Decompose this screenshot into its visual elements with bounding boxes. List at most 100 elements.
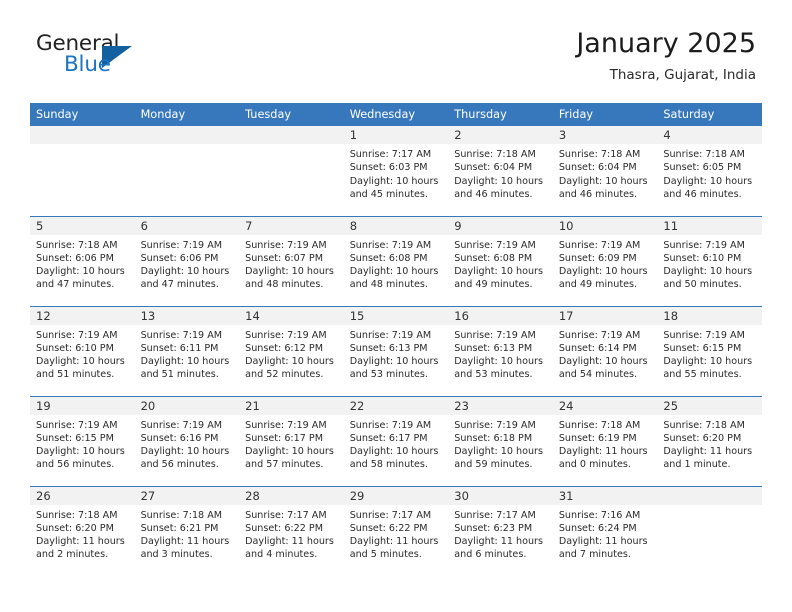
calendar-day-cell-empty [239,126,344,216]
calendar-day-cell[interactable]: 21 Sunrise: 7:19 AM Sunset: 6:17 PM Dayligh… [239,395,344,486]
sunset-time: Sunset: 6:10 PM [36,342,114,354]
sunset-time: Sunset: 6:14 PM [558,342,637,354]
calendar-day-cell[interactable]: 22 Sunrise: 7:19 AM Sunset: 6:17 PM Dayligh… [343,395,449,486]
day-cell-inner: 21 Sunrise: 7:19 AM Sunset: 6:17 PM Dayligh… [239,396,344,486]
day-number: 5 [30,216,135,235]
calendar-week-row: 5 Sunrise: 7:18 AM Sunset: 6:06 PM Daylight… [30,215,762,306]
calendar-day-cell[interactable]: 14 Sunrise: 7:19 AM Sunset: 6:12 PM Dayligh… [239,305,344,396]
calendar-day-cell[interactable]: 28 Sunrise: 7:17 AM Sunset: 6:22 PM Dayligh… [239,485,344,576]
day-cell-inner: 16 Sunrise: 7:19 AM Sunset: 6:13 PM Dayligh… [448,306,553,396]
day-cell-inner: 14 Sunrise: 7:19 AM Sunset: 6:12 PM Dayligh… [239,306,344,396]
day-number: 12 [30,306,135,325]
calendar-day-cell[interactable]: 24 Sunrise: 7:18 AM Sunset: 6:19 PM Dayligh… [552,395,658,486]
day-number: 14 [239,306,344,325]
calendar-day-cell[interactable]: 9 Sunrise: 7:19 AM Sunset: 6:08 PM Daylight… [448,215,553,306]
brand-logo[interactable]: General Blue [36,33,166,85]
day-number: 28 [239,486,344,505]
sunset-time: Sunset: 6:13 PM [454,342,533,354]
day-cell-inner: 4 Sunrise: 7:18 AM Sunset: 6:05 PM Daylight… [657,126,762,216]
weekday-header-tuesday: Tuesday [239,103,344,126]
day-details: Sunrise: 7:19 AM Sunset: 6:16 PM Daylight:… [135,415,240,472]
calendar-day-cell[interactable]: 19 Sunrise: 7:19 AM Sunset: 6:15 PM Dayligh… [30,395,135,486]
calendar-day-cell-empty [657,485,762,577]
sunrise-time: Sunrise: 7:19 AM [245,239,327,251]
day-details: Sunrise: 7:18 AM Sunset: 6:21 PM Daylight:… [135,505,240,562]
daylight-duration-line2: and 3 minutes. [140,549,213,561]
day-cell-inner [30,126,135,216]
weekday-header-friday: Friday [552,103,658,126]
calendar-day-cell[interactable]: 2 Sunrise: 7:18 AM Sunset: 6:04 PM Daylight… [448,126,553,216]
sunrise-time: Sunrise: 7:19 AM [245,329,327,341]
daylight-duration-line1: Daylight: 10 hours [36,266,125,278]
day-number: 21 [239,396,344,415]
sunset-time: Sunset: 6:06 PM [36,252,114,264]
day-number: 16 [448,306,553,325]
sunset-time: Sunset: 6:09 PM [558,252,637,264]
calendar-day-cell[interactable]: 13 Sunrise: 7:19 AM Sunset: 6:11 PM Dayligh… [134,305,240,396]
calendar-day-cell[interactable]: 8 Sunrise: 7:19 AM Sunset: 6:08 PM Daylight… [343,215,449,306]
day-details: Sunrise: 7:16 AM Sunset: 6:24 PM Daylight:… [553,505,658,562]
sunset-time: Sunset: 6:15 PM [663,342,742,354]
calendar-day-cell[interactable]: 26 Sunrise: 7:18 AM Sunset: 6:20 PM Dayligh… [30,485,135,576]
daylight-duration-line2: and 47 minutes. [140,279,219,291]
calendar-day-cell[interactable]: 29 Sunrise: 7:17 AM Sunset: 6:22 PM Dayligh… [343,485,449,576]
day-cell-inner: 15 Sunrise: 7:19 AM Sunset: 6:13 PM Dayligh… [343,306,449,396]
daylight-duration-line1: Daylight: 10 hours [245,266,334,278]
page-title: January 2025 [576,28,756,59]
day-number: 15 [343,306,449,325]
calendar-week-row: 1 Sunrise: 7:17 AM Sunset: 6:03 PM Daylight… [30,126,762,216]
calendar-day-cell[interactable]: 6 Sunrise: 7:19 AM Sunset: 6:06 PM Daylight… [134,215,240,306]
sunrise-time: Sunrise: 7:19 AM [140,239,223,251]
calendar-day-cell[interactable]: 10 Sunrise: 7:19 AM Sunset: 6:09 PM Dayligh… [552,215,658,306]
calendar-day-cell[interactable]: 12 Sunrise: 7:19 AM Sunset: 6:10 PM Dayligh… [30,305,135,396]
calendar-header-row: Sunday Monday Tuesday Wednesday Thursday… [30,103,762,126]
calendar-day-cell[interactable]: 23 Sunrise: 7:19 AM Sunset: 6:18 PM Dayligh… [448,395,553,486]
sunset-time: Sunset: 6:16 PM [140,432,219,444]
daylight-duration-line1: Daylight: 11 hours [349,536,439,548]
sunset-time: Sunset: 6:03 PM [349,162,428,174]
day-cell-inner: 10 Sunrise: 7:19 AM Sunset: 6:09 PM Dayligh… [552,216,658,306]
day-cell-inner: 2 Sunrise: 7:18 AM Sunset: 6:04 PM Daylight… [448,126,553,216]
sunset-time: Sunset: 6:23 PM [454,522,533,534]
sunrise-time: Sunrise: 7:16 AM [558,509,641,521]
day-number: 30 [448,486,553,505]
calendar-day-cell[interactable]: 1 Sunrise: 7:17 AM Sunset: 6:03 PM Daylight… [343,126,449,216]
day-number: 19 [30,396,135,415]
calendar-day-cell[interactable]: 18 Sunrise: 7:19 AM Sunset: 6:15 PM Dayligh… [657,305,762,396]
day-cell-inner: 12 Sunrise: 7:19 AM Sunset: 6:10 PM Dayligh… [30,306,135,396]
calendar-page: General Blue January 2025 Thasra, Gujara… [0,0,792,612]
day-number: 6 [134,216,240,235]
calendar-day-cell[interactable]: 11 Sunrise: 7:19 AM Sunset: 6:10 PM Dayligh… [657,215,762,306]
daylight-duration-line2: and 48 minutes. [349,279,428,291]
daylight-duration-line2: and 59 minutes. [454,459,533,471]
daylight-duration-line1: Daylight: 10 hours [140,266,230,278]
day-cell-inner [657,486,762,577]
calendar-day-cell[interactable]: 17 Sunrise: 7:19 AM Sunset: 6:14 PM Dayligh… [552,305,658,396]
sunrise-time: Sunrise: 7:19 AM [349,329,432,341]
calendar-day-cell[interactable]: 15 Sunrise: 7:19 AM Sunset: 6:13 PM Dayligh… [343,305,449,396]
sunrise-time: Sunrise: 7:18 AM [558,149,641,160]
calendar-day-cell[interactable]: 7 Sunrise: 7:19 AM Sunset: 6:07 PM Daylight… [239,215,344,306]
calendar-day-cell[interactable]: 20 Sunrise: 7:19 AM Sunset: 6:16 PM Dayligh… [134,395,240,486]
day-number: 8 [343,216,449,235]
calendar-day-cell[interactable]: 27 Sunrise: 7:18 AM Sunset: 6:21 PM Dayligh… [134,485,240,576]
sunrise-time: Sunrise: 7:19 AM [36,419,118,431]
sunrise-time: Sunrise: 7:19 AM [663,239,745,251]
calendar-day-cell[interactable]: 25 Sunrise: 7:18 AM Sunset: 6:20 PM Dayligh… [657,395,762,486]
calendar-day-cell[interactable]: 5 Sunrise: 7:18 AM Sunset: 6:06 PM Daylight… [30,215,135,306]
sunrise-time: Sunrise: 7:19 AM [454,239,536,251]
sunrise-time: Sunrise: 7:19 AM [140,329,223,341]
sunrise-time: Sunrise: 7:18 AM [663,149,745,160]
day-details: Sunrise: 7:19 AM Sunset: 6:12 PM Daylight:… [239,325,344,382]
title-block: January 2025 Thasra, Gujarat, India [576,28,756,83]
sunrise-time: Sunrise: 7:18 AM [36,239,118,251]
daylight-duration-line1: Daylight: 10 hours [349,356,439,368]
calendar-day-cell[interactable]: 3 Sunrise: 7:18 AM Sunset: 6:04 PM Daylight… [552,126,658,216]
calendar-day-cell[interactable]: 30 Sunrise: 7:17 AM Sunset: 6:23 PM Dayligh… [448,485,553,576]
day-cell-inner: 9 Sunrise: 7:19 AM Sunset: 6:08 PM Daylight… [448,216,553,306]
calendar-day-cell[interactable]: 4 Sunrise: 7:18 AM Sunset: 6:05 PM Daylight… [657,126,762,216]
calendar-day-cell[interactable]: 31 Sunrise: 7:16 AM Sunset: 6:24 PM Dayligh… [552,485,658,576]
day-details: Sunrise: 7:19 AM Sunset: 6:08 PM Daylight:… [448,235,553,292]
sunset-time: Sunset: 6:07 PM [245,252,323,264]
calendar-day-cell[interactable]: 16 Sunrise: 7:19 AM Sunset: 6:13 PM Dayligh… [448,305,553,396]
